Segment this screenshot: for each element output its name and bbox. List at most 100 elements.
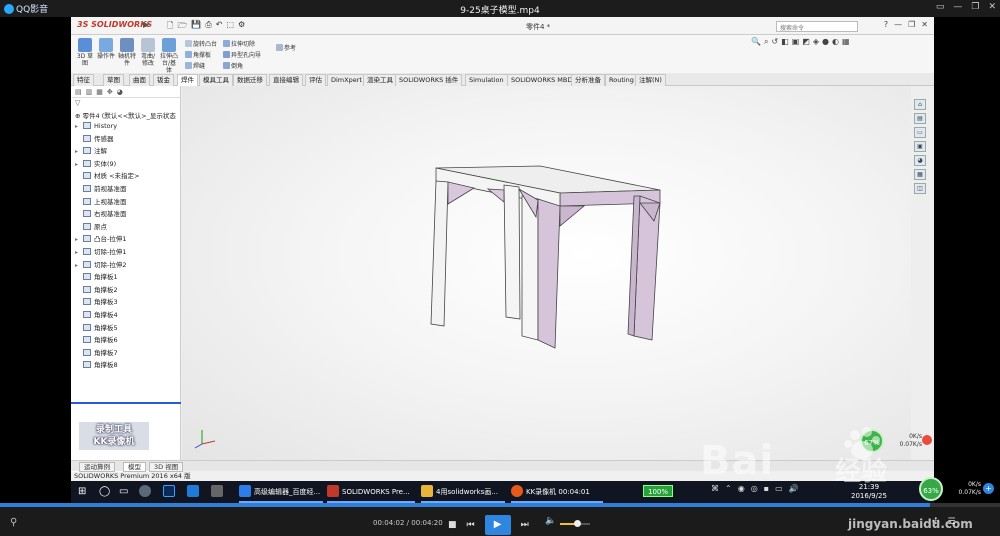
tree-item[interactable]: ▸ 注解 [71, 145, 180, 158]
tray-item-icon-3[interactable]: ◉ [738, 484, 745, 493]
tab-3d-view[interactable]: 3D 视图 [149, 462, 184, 472]
tree-item[interactable]: 前视基准面 [71, 183, 180, 196]
taskbar-item-recorder[interactable]: KK录像机 00:04:01 [511, 483, 590, 501]
stop-icon[interactable]: ■ [448, 520, 457, 530]
close-icon[interactable]: ✕ [988, 2, 996, 12]
tree-item[interactable]: 角撑板4 [71, 309, 180, 322]
zoom-area-icon[interactable]: ⌕ [764, 37, 768, 47]
tray-item-icon-4[interactable]: ◎ [751, 484, 758, 493]
sw-resources-icon[interactable]: ⌂ [914, 99, 926, 110]
expand-arrow-icon[interactable]: ▸ [75, 146, 83, 159]
tree-item[interactable]: ▸ 实体(9) [71, 158, 180, 171]
help-icon[interactable]: ? [884, 20, 888, 29]
sketch-3d-button[interactable]: 3D 草图 [75, 38, 95, 67]
edge-icon[interactable] [187, 483, 202, 501]
tree-item[interactable]: 上视基准面 [71, 196, 180, 209]
sw-close-icon[interactable]: ✕ [921, 20, 928, 29]
progress-bar[interactable] [0, 503, 1000, 507]
tree-root-part[interactable]: ⊕ 零件4 (默认<<默认>_显示状态 [71, 109, 180, 120]
tree-item[interactable]: 角撑板3 [71, 296, 180, 309]
volume-slider-knob[interactable] [574, 520, 581, 527]
start-icon[interactable]: ⊞ [78, 483, 86, 501]
tab-4[interactable]: 焊件 [177, 74, 198, 86]
tab-5[interactable]: 模具工具 [199, 74, 233, 86]
tray-item-icon-5[interactable]: ▪ [764, 484, 769, 493]
network-speed-widget-2[interactable]: 63% 0K/s 0.07K/s + [917, 477, 997, 501]
zoom-to-fit-icon[interactable]: 🔍 [751, 37, 761, 47]
display-style-icon[interactable]: ◩ [802, 37, 810, 47]
rebuild-icon[interactable]: ⚙ [238, 20, 245, 34]
sw-logo[interactable]: 3S SOLIDWORKS [77, 20, 152, 29]
forum-icon[interactable]: ◫ [914, 183, 926, 194]
tree-item[interactable]: ▸ History [71, 120, 180, 133]
open-file-icon[interactable]: 🗁 [177, 20, 187, 34]
tree-item[interactable]: ▸ 切除-拉伸1 [71, 246, 180, 259]
tree-item[interactable]: 角撑板8 [71, 359, 180, 372]
player-menu-icon[interactable]: ⚲ [10, 517, 17, 528]
tab-12[interactable]: Simulation [465, 74, 508, 86]
tree-item[interactable]: 角撑板1 [71, 271, 180, 284]
select-icon[interactable]: ⬚ [226, 20, 234, 34]
property-manager-tab-icon[interactable]: ▥ [86, 88, 93, 96]
custom-properties-icon[interactable]: ▦ [914, 169, 926, 180]
hole-wizard-button[interactable]: 异型孔向导 [223, 50, 261, 59]
trim-extend-button[interactable]: 轴机特件 [117, 38, 137, 67]
tab-2[interactable]: 曲面 [129, 74, 150, 86]
dimxpert-tab-icon[interactable]: ✥ [107, 88, 113, 96]
tree-item[interactable]: 原点 [71, 221, 180, 234]
expand-arrow-icon[interactable]: ▸ [75, 121, 83, 134]
chamfer-button[interactable]: 倒角 [223, 61, 243, 70]
taskbar-item-browser[interactable]: 高级编辑器_百度经... [239, 483, 320, 501]
app-icon-1[interactable] [139, 483, 154, 501]
view-settings-icon[interactable]: ▦ [842, 37, 850, 47]
appearances-icon[interactable]: ◕ [914, 155, 926, 166]
configuration-tab-icon[interactable]: ▦ [96, 88, 103, 96]
tab-13[interactable]: SOLIDWORKS MBD [507, 74, 577, 86]
tab-14[interactable]: 分析准备 [571, 74, 605, 86]
tree-item[interactable]: 材质 <未指定> [71, 170, 180, 183]
maximize-icon[interactable]: ❐ [971, 2, 979, 12]
sw-menu-arrow-icon[interactable]: ▶ [143, 20, 149, 29]
expand-arrow-icon[interactable]: ▸ [75, 247, 83, 260]
sw-restore-icon[interactable]: ❐ [908, 20, 915, 29]
undo-icon[interactable]: ↶ [216, 20, 223, 34]
next-icon[interactable]: ⏭ [521, 520, 529, 530]
tab-3[interactable]: 钣金 [153, 74, 174, 86]
structural-member-button[interactable]: 操作件 [96, 38, 116, 60]
photoshop-icon[interactable] [163, 483, 178, 501]
tab-9[interactable]: DimXpert [327, 74, 366, 86]
hide-show-icon[interactable]: ◈ [813, 37, 819, 47]
tab-7[interactable]: 直接编辑 [269, 74, 303, 86]
view-palette-icon[interactable]: ▣ [914, 141, 926, 152]
volume-tray-icon[interactable]: 🔊 [789, 484, 799, 493]
pin-icon[interactable]: ▭ [936, 2, 945, 12]
feature-manager-splitter[interactable] [71, 402, 181, 404]
tab-6[interactable]: 数据迁移 [233, 74, 267, 86]
tree-item[interactable]: ▸ 凸台-拉伸1 [71, 233, 180, 246]
minimize-icon[interactable]: — [953, 2, 962, 12]
tab-model[interactable]: 模型 [123, 462, 146, 472]
search-taskbar-icon[interactable]: ◯ [99, 483, 110, 501]
scene-icon[interactable]: ◐ [832, 37, 839, 47]
volume-icon[interactable]: 🔈 [545, 516, 556, 526]
appearance-icon[interactable]: ● [822, 37, 829, 47]
tree-item[interactable]: 角撑板6 [71, 334, 180, 347]
tree-item[interactable]: 右视基准面 [71, 208, 180, 221]
new-file-icon[interactable]: 🗋 [167, 20, 173, 34]
tab-motion-study[interactable]: 运动算例 [79, 462, 115, 472]
section-view-icon[interactable]: ◧ [781, 37, 789, 47]
volume-slider[interactable] [560, 520, 590, 527]
save-icon[interactable]: 💾 [191, 20, 201, 34]
taskbar-item-folder[interactable]: 4用solidworks画... [421, 483, 498, 501]
filter-icon[interactable]: ▽ [71, 98, 180, 109]
tray-item-icon-1[interactable]: ⌘ [711, 484, 719, 493]
battery-indicator[interactable]: 100% [643, 485, 673, 497]
tab-16[interactable]: 注解(N) [635, 74, 666, 86]
play-button[interactable]: ▶ [484, 515, 511, 535]
tab-8[interactable]: 评估 [305, 74, 326, 86]
tab-0[interactable]: 特征 [73, 74, 94, 86]
tree-item[interactable]: 传感器 [71, 133, 180, 146]
tab-11[interactable]: SOLIDWORKS 插件 [395, 74, 463, 86]
revolve-boss-button[interactable]: 旋转凸台 [185, 39, 217, 48]
extrude-cut-button[interactable]: 拉伸切除 [223, 39, 255, 48]
